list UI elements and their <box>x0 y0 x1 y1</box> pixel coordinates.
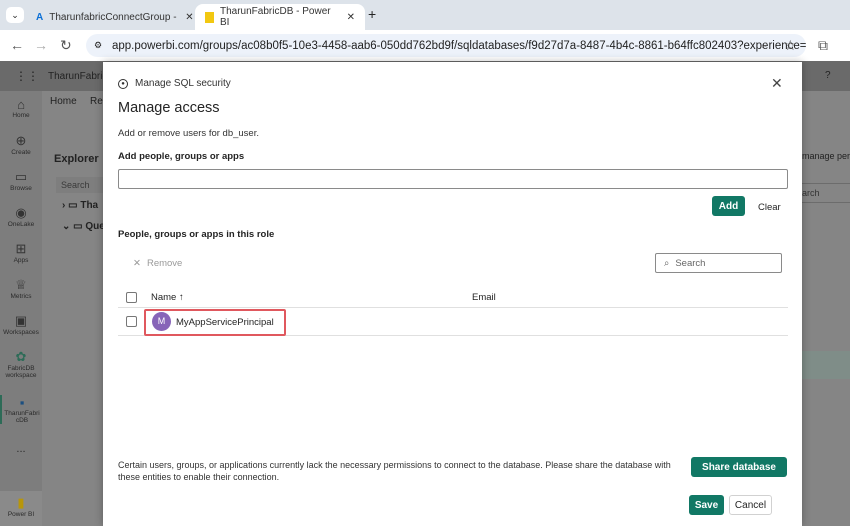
rail-item-browse[interactable]: ▭ Browse <box>0 169 42 192</box>
rail-item-tharunfabricdb[interactable]: ▪ TharunFabri cDB <box>0 395 42 424</box>
search-icon: ⌕ <box>664 257 670 269</box>
manage-access-dialog: ● Manage SQL security ✕ Manage access Ad… <box>103 62 802 526</box>
reload-icon[interactable]: ↻ <box>60 37 72 54</box>
add-button[interactable]: Add <box>712 196 745 216</box>
explorer-search[interactable]: Search <box>56 177 106 193</box>
apps-icon: ⊞ <box>15 241 27 256</box>
new-tab-button[interactable]: + <box>368 6 376 22</box>
browser-tab-azure[interactable]: A TharunfabricConnectGroup - M ✕ <box>26 4 204 30</box>
row-checkbox[interactable] <box>126 316 137 327</box>
address-bar: ← → ↻ ⚙ app.powerbi.com/groups/ac08b0f5-1… <box>0 30 850 61</box>
workspaces-icon: ▣ <box>14 313 28 328</box>
powerbi-brand[interactable]: ▮ Power BI <box>0 491 42 526</box>
remove-button[interactable]: ✕ Remove <box>133 258 182 269</box>
close-tab-icon[interactable]: ✕ <box>347 12 355 23</box>
add-people-label: Add people, groups or apps <box>118 151 245 162</box>
left-nav-rail: ⌂ Home ⊕ Create ▭ Browse ◉ OneLake ⊞ Apps ♕ Me… <box>0 91 42 526</box>
rail-item-metrics[interactable]: ♕ Metrics <box>0 277 42 300</box>
plus-circle-icon: ⊕ <box>15 133 27 148</box>
url-input[interactable]: ⚙ app.powerbi.com/groups/ac08b0f5-10e3-44… <box>86 34 806 57</box>
tree-item-db[interactable]: › ▭ Tha <box>62 200 98 211</box>
security-icon: ● <box>118 78 128 89</box>
column-header-name[interactable]: Name ↑ <box>151 292 184 303</box>
rail-item-workspaces[interactable]: ▣ Workspaces <box>0 313 42 336</box>
help-icon[interactable]: ? <box>825 70 831 81</box>
close-tab-icon[interactable]: ✕ <box>185 12 193 23</box>
dialog-title: Manage access <box>118 100 220 116</box>
rail-item-home[interactable]: ⌂ Home <box>0 97 42 119</box>
forward-icon[interactable]: → <box>34 37 48 53</box>
tab-list-chevron-icon[interactable]: ⌄ <box>6 7 24 23</box>
dialog-breadcrumb: ● Manage SQL security <box>118 78 231 89</box>
tree-item-queries[interactable]: ⌄ ▭ Que <box>62 221 105 232</box>
cancel-button[interactable]: Cancel <box>729 495 772 515</box>
extensions-icon[interactable]: ⧉ <box>818 37 828 54</box>
trophy-icon: ♕ <box>15 277 27 292</box>
bookmark-star-icon[interactable]: ☆ <box>784 37 797 54</box>
share-database-button[interactable]: Share database <box>691 457 787 477</box>
back-icon[interactable]: ← <box>10 37 24 53</box>
ribbon-tab-home[interactable]: Home <box>50 96 77 107</box>
onelake-icon: ◉ <box>15 205 27 220</box>
azure-icon: A <box>36 11 44 23</box>
app-launcher-icon[interactable]: ⋮⋮ <box>15 69 39 83</box>
browser-tab-powerbi[interactable]: TharunFabricDB - Power BI ✕ <box>195 4 365 30</box>
right-panel-text: manage per <box>802 151 850 161</box>
save-button[interactable]: Save <box>689 495 724 515</box>
dialog-subtitle: Add or remove users for db_user. <box>118 128 259 139</box>
explorer-title: Explorer <box>54 153 99 165</box>
table-header: Name ↑ Email <box>118 287 788 308</box>
close-icon[interactable]: ✕ <box>771 75 783 92</box>
selected-row <box>802 351 850 379</box>
clear-button[interactable]: Clear <box>758 202 781 213</box>
database-icon: ▪ <box>19 395 25 410</box>
select-all-checkbox[interactable] <box>126 292 137 303</box>
site-settings-icon[interactable]: ⚙ <box>94 40 102 51</box>
workspace-icon: ✿ <box>15 349 27 364</box>
rail-item-create[interactable]: ⊕ Create <box>0 133 42 156</box>
remove-x-icon: ✕ <box>133 258 141 269</box>
permission-warning: Certain users, groups, or applications c… <box>118 460 671 482</box>
rail-item-onelake[interactable]: ◉ OneLake <box>0 205 42 228</box>
members-search-input[interactable]: ⌕ Search <box>655 253 782 273</box>
highlight-box <box>144 309 286 336</box>
browser-tab-bar: ⌄ A TharunfabricConnectGroup - M ✕ Tharu… <box>0 0 850 30</box>
powerbi-icon <box>205 11 214 23</box>
folder-icon: ▭ <box>14 169 28 184</box>
home-icon: ⌂ <box>17 97 25 112</box>
more-icon[interactable]: ... <box>0 443 42 455</box>
powerbi-logo-icon: ▮ <box>17 495 25 510</box>
zoom-icon[interactable]: ⌕ <box>762 37 769 52</box>
rail-item-apps[interactable]: ⊞ Apps <box>0 241 42 264</box>
add-people-input[interactable] <box>118 169 788 189</box>
members-label: People, groups or apps in this role <box>118 229 275 240</box>
right-panel-search[interactable]: arch <box>802 183 850 203</box>
column-header-email[interactable]: Email <box>472 292 496 303</box>
rail-item-fabricdb-workspace[interactable]: ✿ FabricDB workspace <box>0 349 42 379</box>
